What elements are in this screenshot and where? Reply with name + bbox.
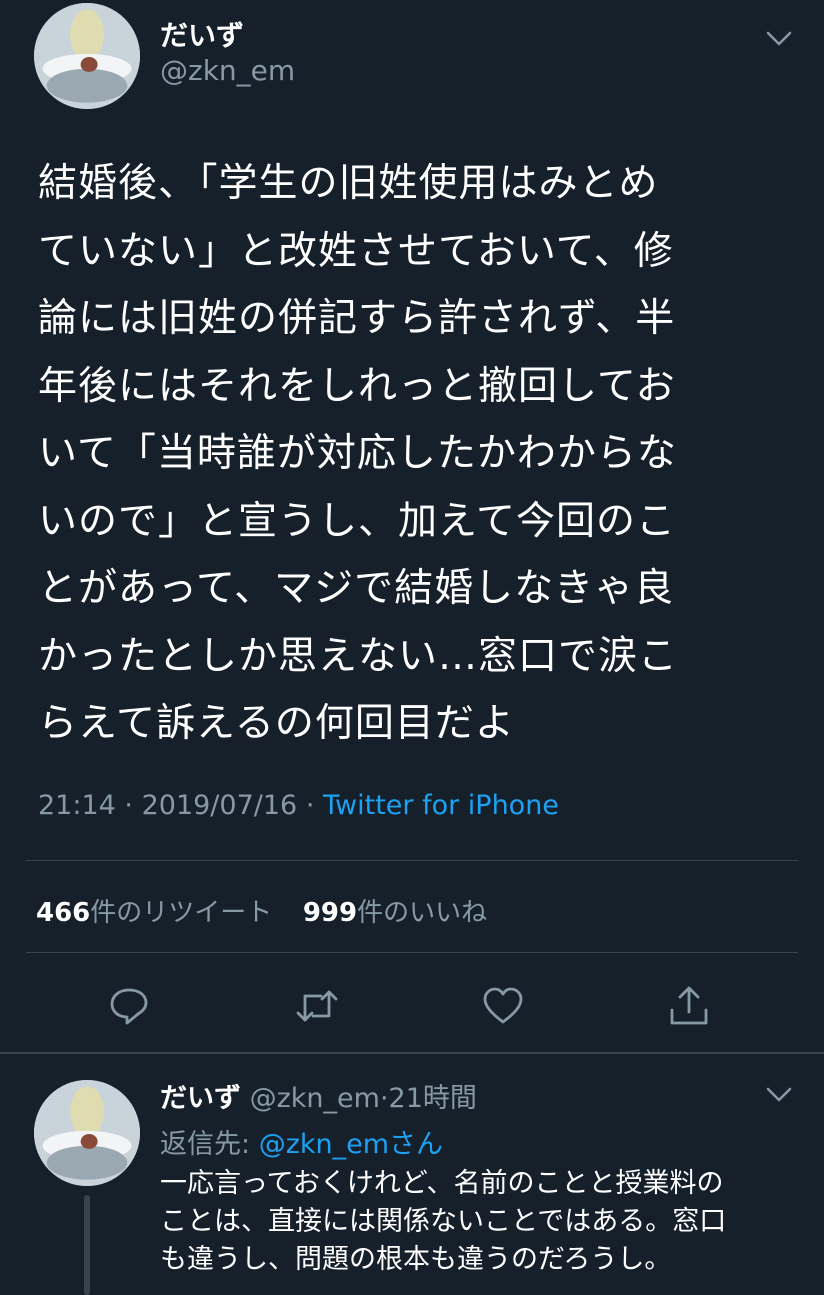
avatar-image: [34, 3, 140, 109]
meta-separator: ·: [124, 790, 133, 821]
tweet-text: 結婚後、「学生の旧姓使用はみとめ ていない」と改姓させておいて、修 論には旧姓の…: [38, 161, 679, 746]
reply-handle[interactable]: @zkn_em: [250, 1083, 380, 1114]
divider: [26, 860, 798, 861]
reply-age: 21時間: [388, 1083, 477, 1114]
retweet-count: 466: [36, 898, 91, 928]
reply-tweet-text: 一応言っておくけれど、名前のことと授業料の ことは、直接には関係ないことではある…: [160, 1168, 727, 1275]
divider: [26, 952, 798, 953]
meta-separator: ·: [305, 790, 315, 821]
retweet-button[interactable]: [295, 984, 339, 1028]
avatar-image: [34, 1080, 140, 1186]
like-count: 999: [302, 898, 358, 928]
reply-icon: [110, 988, 148, 1025]
divider: [0, 1052, 824, 1054]
engagement-stats: 466件のリツイート 999件のいいね: [36, 892, 487, 929]
author-handle[interactable]: @zkn_em: [160, 54, 295, 87]
retweet-label: 件のリツイート: [90, 898, 273, 928]
retweet-icon: [296, 990, 338, 1022]
share-button[interactable]: [667, 984, 711, 1028]
thread-connector-line: [84, 1195, 90, 1295]
tweet-meta: 21:14 · 2019/07/16 · Twitter for iPhone: [38, 790, 559, 821]
likes-stat[interactable]: 999件のいいね: [303, 898, 487, 928]
replying-to-handle-link[interactable]: @zkn_emさん: [259, 1129, 443, 1160]
meta-separator: ·: [379, 1083, 389, 1114]
share-icon: [670, 986, 708, 1025]
reply-menu-chevron-icon[interactable]: [764, 1082, 794, 1106]
reply-author-avatar[interactable]: [34, 1080, 140, 1186]
like-label: 件のいいね: [357, 898, 488, 928]
tweet-source-link[interactable]: Twitter for iPhone: [323, 790, 559, 821]
tweet-menu-chevron-icon[interactable]: [764, 26, 794, 50]
reply-button[interactable]: [107, 984, 151, 1028]
reply-header: だいず @zkn_em·21時間: [160, 1076, 477, 1115]
tweet-time: 21:14: [38, 790, 116, 821]
like-button[interactable]: [481, 984, 525, 1028]
tweet-date: 2019/07/16: [141, 790, 298, 821]
author-display-name[interactable]: だいず: [160, 14, 244, 54]
retweets-stat[interactable]: 466件のリツイート: [36, 898, 281, 928]
heart-icon: [483, 987, 523, 1024]
replying-to: 返信先: @zkn_emさん: [160, 1122, 443, 1161]
author-avatar[interactable]: [34, 3, 140, 109]
replying-to-prefix: 返信先:: [160, 1129, 259, 1160]
reply-display-name[interactable]: だいず: [160, 1083, 241, 1114]
